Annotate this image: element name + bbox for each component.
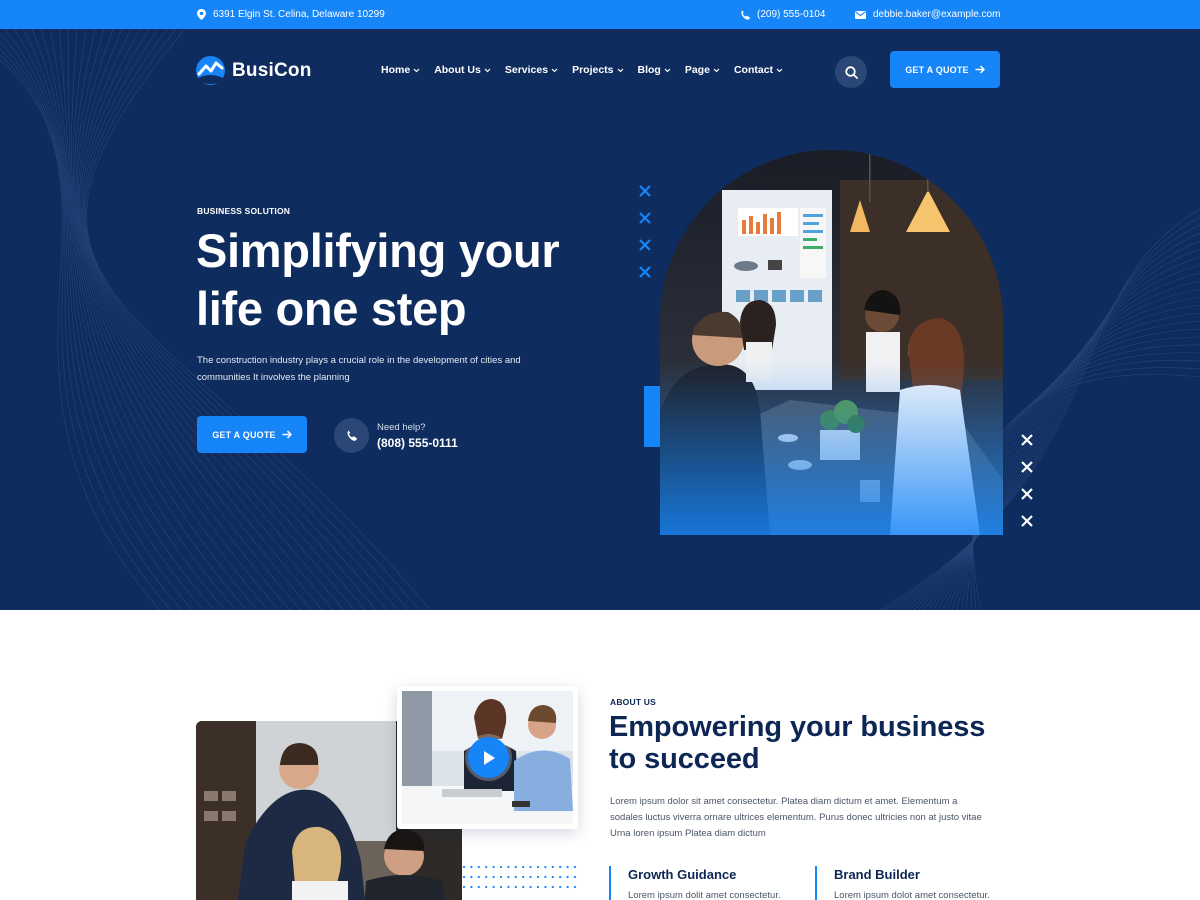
nav-item-projects[interactable]: Projects bbox=[572, 64, 623, 76]
chevron-down-icon bbox=[713, 68, 720, 72]
address-item: 6391 Elgin St. Celina, Delaware 10299 bbox=[197, 0, 385, 29]
hero-section: BusiCon Home About Us Services Projects … bbox=[0, 29, 1200, 610]
decorative-x-marks-right bbox=[1020, 433, 1034, 528]
search-icon bbox=[844, 65, 858, 79]
email-text: debbie.baker@example.com bbox=[873, 9, 1001, 20]
help-phone-number: (808) 555-0111 bbox=[377, 435, 458, 450]
chevron-down-icon bbox=[413, 68, 420, 72]
hero-desc-line-1: The construction industry plays a crucia… bbox=[197, 355, 521, 366]
button-label: GET A QUOTE bbox=[905, 64, 969, 75]
close-x-icon bbox=[638, 184, 652, 198]
decorative-x-marks-left bbox=[638, 184, 652, 279]
nav-item-home[interactable]: Home bbox=[381, 64, 420, 76]
play-icon bbox=[483, 750, 495, 765]
arrow-right-icon bbox=[975, 65, 985, 74]
chevron-down-icon bbox=[484, 68, 491, 72]
feature-title: Brand Builder bbox=[834, 867, 920, 882]
hero-description: The construction industry plays a crucia… bbox=[197, 353, 547, 386]
play-video-button[interactable] bbox=[468, 737, 509, 778]
hero-eyebrow: BUSINESS SOLUTION bbox=[197, 206, 291, 216]
about-title-line-2: to succeed bbox=[609, 743, 760, 775]
feature-growth-guidance: Growth Guidance Lorem ipsum dolit amet c… bbox=[609, 866, 781, 900]
hero-title: Simplifying your life one step bbox=[196, 222, 596, 338]
nav-label: Page bbox=[684, 64, 710, 76]
logo-mark-icon bbox=[196, 56, 225, 85]
main-nav: Home About Us Services Projects Blog Pag… bbox=[381, 64, 783, 76]
about-desc-line-2: sodales luctus viverra ornare ultrices e… bbox=[610, 812, 982, 823]
about-desc-line-3: Urna loren ipsum Platea diam dictum bbox=[610, 828, 766, 839]
feature-text: Lorem ipsum dolit amet consectetur. bbox=[628, 890, 781, 900]
chevron-down-icon bbox=[776, 68, 783, 72]
nav-label: Services bbox=[504, 64, 549, 76]
nav-label: Home bbox=[381, 64, 411, 76]
close-x-icon bbox=[638, 265, 652, 279]
feature-title: Growth Guidance bbox=[628, 867, 737, 882]
phone-text: (209) 555-0104 bbox=[757, 9, 826, 20]
nav-label: Blog bbox=[637, 64, 661, 76]
about-eyebrow: ABOUT US bbox=[610, 697, 656, 707]
close-x-icon bbox=[1020, 487, 1034, 501]
help-phone-icon-circle bbox=[334, 418, 369, 453]
hero-meeting-photo bbox=[660, 150, 1003, 535]
phone-icon bbox=[741, 9, 750, 20]
close-x-icon bbox=[1020, 433, 1034, 447]
nav-label: Projects bbox=[572, 64, 614, 76]
hero-title-line-2: life one step bbox=[196, 282, 467, 335]
phone-icon bbox=[347, 430, 357, 441]
search-button[interactable] bbox=[835, 56, 867, 88]
close-x-icon bbox=[1020, 460, 1034, 474]
nav-label: Contact bbox=[733, 64, 774, 76]
brand-logo[interactable]: BusiCon bbox=[196, 56, 312, 85]
help-contact[interactable]: Need help? (808) 555-0111 bbox=[334, 418, 458, 453]
nav-item-blog[interactable]: Blog bbox=[638, 64, 671, 76]
hero-desc-line-2: communities It involves the planning bbox=[197, 371, 350, 383]
about-title: Empowering your business to succeed bbox=[609, 711, 1029, 775]
close-x-icon bbox=[638, 238, 652, 252]
email-item[interactable]: debbie.baker@example.com bbox=[855, 0, 1000, 29]
hero-title-line-1: Simplifying your bbox=[196, 224, 560, 277]
close-x-icon bbox=[638, 211, 652, 225]
nav-item-page[interactable]: Page bbox=[685, 64, 720, 76]
chevron-down-icon bbox=[664, 68, 671, 72]
nav-item-about-us[interactable]: About Us bbox=[434, 64, 491, 76]
arrow-right-icon bbox=[282, 430, 292, 439]
nav-item-services[interactable]: Services bbox=[505, 64, 558, 76]
header-get-quote-button[interactable]: GET A QUOTE bbox=[890, 51, 1000, 88]
top-info-bar: 6391 Elgin St. Celina, Delaware 10299 (2… bbox=[0, 0, 1200, 29]
phone-item[interactable]: (209) 555-0104 bbox=[740, 0, 825, 29]
about-title-line-1: Empowering your business bbox=[609, 711, 986, 743]
close-x-icon bbox=[1020, 514, 1034, 528]
chevron-down-icon bbox=[551, 68, 558, 72]
feature-brand-builder: Brand Builder Lorem ipsum dolot amet con… bbox=[815, 866, 990, 900]
button-label: GET A QUOTE bbox=[212, 429, 276, 440]
hero-get-quote-button[interactable]: GET A QUOTE bbox=[197, 416, 307, 453]
chevron-down-icon bbox=[617, 68, 623, 72]
location-pin-icon bbox=[197, 9, 206, 20]
nav-item-contact[interactable]: Contact bbox=[734, 64, 783, 76]
address-text: 6391 Elgin St. Celina, Delaware 10299 bbox=[213, 9, 385, 20]
nav-label: About Us bbox=[434, 64, 481, 76]
help-label: Need help? bbox=[377, 421, 426, 433]
brand-name: BusiCon bbox=[232, 59, 312, 81]
help-text: Need help? (808) 555-0111 bbox=[377, 422, 458, 450]
feature-text: Lorem ipsum dolot amet consectetur. bbox=[834, 890, 990, 900]
decorative-dot-grid bbox=[462, 865, 577, 889]
about-desc-line-1: Lorem ipsum dolor sit amet consectetur. … bbox=[610, 796, 958, 807]
envelope-icon bbox=[855, 10, 866, 19]
about-description: Lorem ipsum dolor sit amet consectetur. … bbox=[610, 794, 1005, 842]
